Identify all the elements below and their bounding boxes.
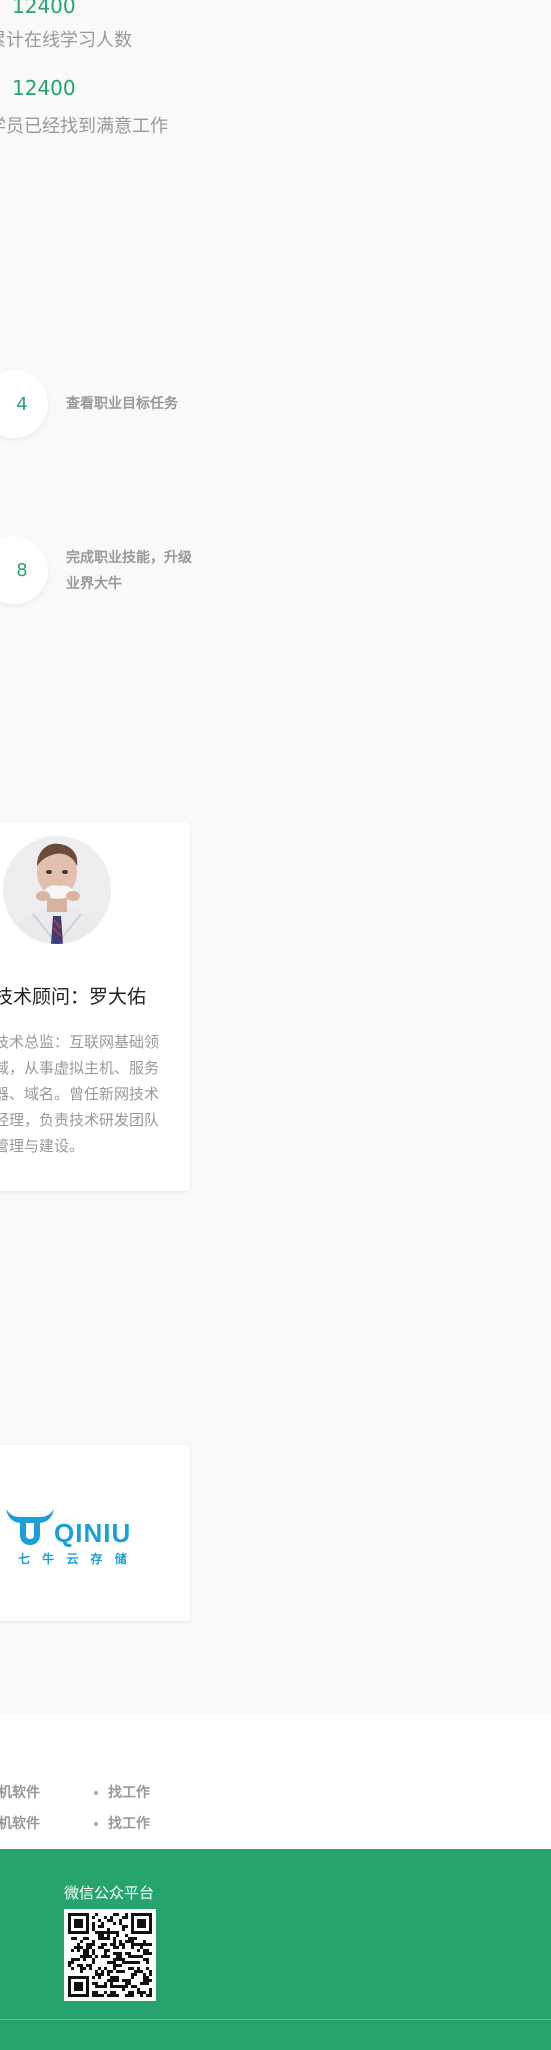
stat-label-online: 累计在线学习人数	[0, 30, 132, 51]
teacher-avatar	[3, 836, 111, 944]
footer-divider	[0, 2019, 551, 2020]
footer-link-left-2[interactable]: 机软件	[0, 1813, 40, 1833]
partner-subtitle: 七 牛 云 存 储	[18, 1552, 131, 1566]
teacher-portrait-image	[3, 836, 111, 944]
qr-code-icon	[68, 1913, 152, 1997]
partner-name: QINIU	[54, 1518, 132, 1548]
bullet-icon	[94, 1791, 98, 1795]
step-8-circle: 8	[0, 536, 48, 604]
teacher-description: 技术总监：互联网基础领域，从事虚拟主机、服务器、域名。曾任新网技术经理，负责技术…	[0, 1033, 160, 1155]
footer-link-find-job-2[interactable]: 找工作	[94, 1813, 150, 1833]
step-8-text: 完成职业技能，升级业界大牛	[66, 550, 192, 592]
footer-link-left-1[interactable]: 机软件	[0, 1782, 40, 1802]
stat-label-employed: 学员已经找到满意工作	[0, 116, 168, 137]
step-8-number: 8	[16, 559, 28, 581]
step-4-circle: 4	[0, 370, 48, 438]
footer-link-find-job-1[interactable]: 找工作	[94, 1782, 150, 1802]
step-4-text: 查看职业目标任务	[66, 396, 178, 412]
footer-link-find-job-1-label: 找工作	[108, 1785, 150, 1801]
bullet-icon	[94, 1822, 98, 1826]
teacher-title: 技术顾问：罗大佑	[0, 986, 147, 1008]
wechat-label: 微信公众平台	[64, 1884, 155, 1902]
stat-number-employed: 12400	[12, 76, 76, 100]
stat-number-online: 12400	[12, 0, 76, 18]
step-4-number: 4	[16, 393, 28, 415]
footer-link-find-job-2-label: 找工作	[108, 1816, 150, 1832]
wechat-qr-code	[64, 1909, 156, 2001]
footer-links-section	[0, 1714, 551, 1850]
